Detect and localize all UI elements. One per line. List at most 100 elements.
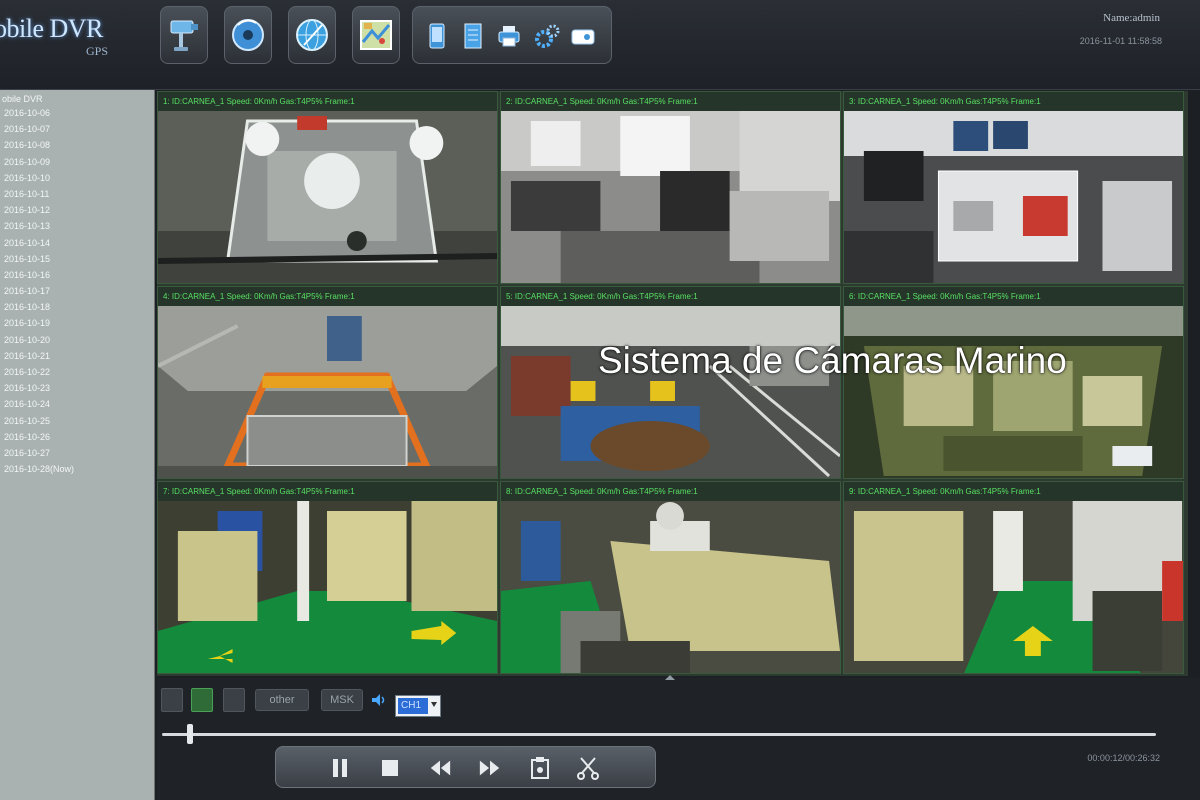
map-icon bbox=[360, 20, 392, 50]
video-tile-4[interactable]: 4: ID:CARNEA_1 Speed: 0Km/h Gas:T4P5% Fr… bbox=[157, 286, 498, 479]
rewind-icon bbox=[430, 760, 451, 776]
print-button[interactable] bbox=[495, 21, 523, 51]
snapshot-button[interactable] bbox=[528, 756, 552, 780]
fast-forward-button[interactable] bbox=[478, 756, 502, 780]
tile-osd-label: 7: ID:CARNEA_1 Speed: 0Km/h Gas:T4P5% Fr… bbox=[158, 482, 497, 501]
chevron-down-icon bbox=[431, 702, 437, 707]
playback-panel: other MSK CH1 00:00:12/00:26:32 bbox=[157, 675, 1200, 800]
date-item[interactable]: 2016-10-10 bbox=[0, 170, 154, 186]
disk-icon bbox=[571, 29, 595, 45]
date-item[interactable]: 2016-10-19 bbox=[0, 315, 154, 331]
seek-thumb[interactable] bbox=[186, 724, 193, 744]
date-item[interactable]: 2016-10-12 bbox=[0, 202, 154, 218]
other-button[interactable]: other bbox=[255, 689, 309, 711]
date-item[interactable]: 2016-10-08 bbox=[0, 137, 154, 153]
logo-subtext: GPS bbox=[86, 44, 109, 58]
fast-forward-icon bbox=[479, 760, 500, 776]
video-tile-6[interactable]: 6: ID:CARNEA_1 Speed: 0Km/h Gas:T4P5% Fr… bbox=[843, 286, 1184, 479]
tile-osd-label: 4: ID:CARNEA_1 Speed: 0Km/h Gas:T4P5% Fr… bbox=[158, 287, 497, 306]
video-tile-1[interactable]: 1: ID:CARNEA_1 Speed: 0Km/h Gas:T4P5% Fr… bbox=[157, 91, 498, 284]
collapse-arrow-icon[interactable] bbox=[665, 675, 675, 680]
msk-button[interactable]: MSK bbox=[321, 689, 363, 711]
clip-button[interactable] bbox=[576, 756, 600, 780]
camera-feed bbox=[158, 111, 497, 283]
document-icon bbox=[464, 23, 482, 49]
camera-feed bbox=[158, 306, 497, 478]
date-list: 2016-10-06 2016-10-07 2016-10-08 2016-10-09… bbox=[0, 105, 154, 477]
camera-feed bbox=[844, 111, 1183, 283]
layout-multi-button[interactable] bbox=[223, 688, 245, 712]
date-item[interactable]: 2016-10-21 bbox=[0, 348, 154, 364]
logo-text: obile DVR bbox=[0, 14, 103, 43]
printer-icon bbox=[498, 26, 520, 47]
date-item[interactable]: 2016-10-18 bbox=[0, 299, 154, 315]
channel-select-value: CH1 bbox=[398, 698, 428, 714]
date-item[interactable]: 2016-10-14 bbox=[0, 235, 154, 251]
layout-single-button[interactable] bbox=[161, 688, 183, 712]
app-logo: obile DVR GPS bbox=[0, 14, 108, 58]
date-item[interactable]: 2016-10-13 bbox=[0, 218, 154, 234]
gps-button[interactable] bbox=[288, 6, 336, 64]
camera-icon bbox=[170, 20, 198, 51]
playback-time: 00:00:12/00:26:32 bbox=[1087, 753, 1160, 763]
settings-button[interactable] bbox=[533, 21, 561, 51]
date-item[interactable]: 2016-10-11 bbox=[0, 186, 154, 202]
date-item[interactable]: 2016-10-06 bbox=[0, 105, 154, 121]
phone-icon bbox=[429, 23, 445, 49]
video-tile-2[interactable]: 2: ID:CARNEA_1 Speed: 0Km/h Gas:T4P5% Fr… bbox=[500, 91, 841, 284]
seek-bar[interactable] bbox=[162, 733, 1156, 736]
settings-icon bbox=[535, 24, 560, 48]
tile-osd-label: 5: ID:CARNEA_1 Speed: 0Km/h Gas:T4P5% Fr… bbox=[501, 287, 840, 306]
video-tile-5[interactable]: 5: ID:CARNEA_1 Speed: 0Km/h Gas:T4P5% Fr… bbox=[500, 286, 841, 479]
video-tile-7[interactable]: 7: ID:CARNEA_1 Speed: 0Km/h Gas:T4P5% Fr… bbox=[157, 481, 498, 674]
stop-button[interactable] bbox=[378, 756, 402, 780]
date-item[interactable]: 2016-10-16 bbox=[0, 267, 154, 283]
rewind-button[interactable] bbox=[428, 756, 452, 780]
app-header: obile DVR GPS Name:admin 2016-11-01 11:5… bbox=[0, 0, 1200, 90]
pause-button[interactable] bbox=[328, 756, 352, 780]
tree-root[interactable]: obile DVR bbox=[0, 90, 154, 105]
camera-feed bbox=[844, 306, 1183, 478]
camera-feed bbox=[501, 306, 840, 478]
video-grid: 1: ID:CARNEA_1 Speed: 0Km/h Gas:T4P5% Fr… bbox=[157, 91, 1188, 676]
date-item[interactable]: 2016-10-22 bbox=[0, 364, 154, 380]
camera-feed bbox=[158, 501, 497, 673]
date-item[interactable]: 2016-10-15 bbox=[0, 251, 154, 267]
live-view-button[interactable] bbox=[160, 6, 208, 64]
map-button[interactable] bbox=[352, 6, 400, 64]
date-item[interactable]: 2016-10-23 bbox=[0, 380, 154, 396]
date-item[interactable]: 2016-10-07 bbox=[0, 121, 154, 137]
user-name: Name:admin bbox=[1103, 12, 1160, 24]
date-item[interactable]: 2016-10-27 bbox=[0, 445, 154, 461]
playback-button[interactable] bbox=[224, 6, 272, 64]
date-item[interactable]: 2016-10-20 bbox=[0, 332, 154, 348]
date-item[interactable]: 2016-10-28(Now) bbox=[0, 461, 154, 477]
pause-icon bbox=[333, 759, 347, 777]
layout-grid-button[interactable] bbox=[191, 688, 213, 712]
tile-osd-label: 3: ID:CARNEA_1 Speed: 0Km/h Gas:T4P5% Fr… bbox=[844, 92, 1183, 111]
transport-controls bbox=[275, 746, 656, 788]
disk-button[interactable] bbox=[569, 21, 597, 51]
document-button[interactable] bbox=[459, 21, 487, 51]
watermark-caption: Sistema de Cámaras Marino bbox=[598, 340, 1067, 381]
date-item[interactable]: 2016-10-09 bbox=[0, 154, 154, 170]
tile-osd-label: 1: ID:CARNEA_1 Speed: 0Km/h Gas:T4P5% Fr… bbox=[158, 92, 497, 111]
video-tile-9[interactable]: 9: ID:CARNEA_1 Speed: 0Km/h Gas:T4P5% Fr… bbox=[843, 481, 1184, 674]
video-tile-3[interactable]: 3: ID:CARNEA_1 Speed: 0Km/h Gas:T4P5% Fr… bbox=[843, 91, 1184, 284]
phone-button[interactable] bbox=[423, 21, 451, 51]
volume-icon[interactable] bbox=[372, 694, 386, 706]
video-tile-8[interactable]: 8: ID:CARNEA_1 Speed: 0Km/h Gas:T4P5% Fr… bbox=[500, 481, 841, 674]
tile-osd-label: 9: ID:CARNEA_1 Speed: 0Km/h Gas:T4P5% Fr… bbox=[844, 482, 1183, 501]
header-datetime: 2016-11-01 11:58:58 bbox=[1079, 36, 1162, 46]
playback-disc-icon bbox=[232, 19, 264, 51]
tile-osd-label: 6: ID:CARNEA_1 Speed: 0Km/h Gas:T4P5% Fr… bbox=[844, 287, 1183, 306]
channel-select[interactable]: CH1 bbox=[395, 695, 441, 717]
stop-icon bbox=[382, 760, 398, 776]
date-item[interactable]: 2016-10-25 bbox=[0, 413, 154, 429]
clip-cut-icon bbox=[577, 757, 599, 780]
snapshot-icon bbox=[531, 757, 549, 779]
camera-feed bbox=[501, 501, 840, 673]
date-item[interactable]: 2016-10-24 bbox=[0, 396, 154, 412]
date-item[interactable]: 2016-10-17 bbox=[0, 283, 154, 299]
date-item[interactable]: 2016-10-26 bbox=[0, 429, 154, 445]
